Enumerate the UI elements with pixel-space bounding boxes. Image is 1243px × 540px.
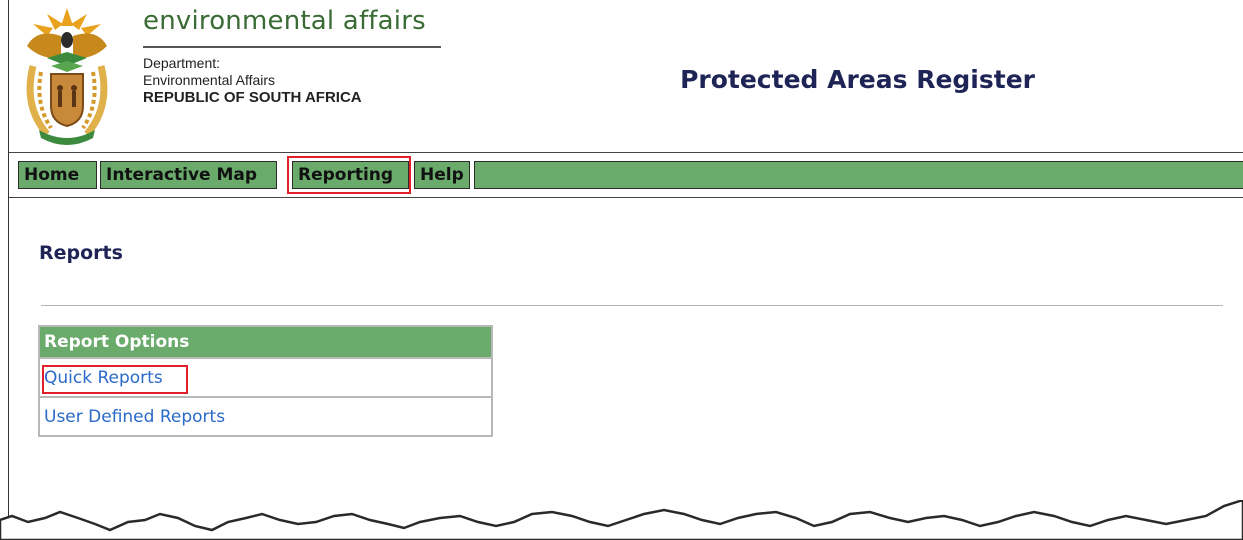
nav-home[interactable]: Home: [18, 161, 97, 189]
page-frame: environmental affairs Department: Enviro…: [8, 0, 1243, 540]
quick-reports-label[interactable]: Quick Reports: [44, 368, 163, 388]
report-options-panel: Report Options Quick Reports User Define…: [38, 325, 493, 437]
torn-paper-edge: [0, 500, 1243, 540]
brand-divider: [143, 46, 441, 48]
quick-reports-link[interactable]: Quick Reports: [40, 357, 491, 396]
brand-title: environmental affairs: [143, 6, 426, 36]
nav-filler-bar: [474, 161, 1243, 189]
content-divider: [41, 305, 1223, 306]
site-title: Protected Areas Register: [680, 65, 1035, 94]
site-header: environmental affairs Department: Enviro…: [9, 0, 1243, 152]
main-nav: Home Interactive Map Reporting Help: [9, 152, 1243, 198]
user-defined-reports-link[interactable]: User Defined Reports: [40, 396, 491, 435]
nav-reporting[interactable]: Reporting: [292, 161, 409, 189]
page-heading: Reports: [39, 242, 123, 264]
nav-help[interactable]: Help: [414, 161, 470, 189]
user-defined-reports-label[interactable]: User Defined Reports: [44, 407, 225, 427]
nav-interactive-map[interactable]: Interactive Map: [100, 161, 277, 189]
report-options-header: Report Options: [40, 327, 491, 357]
